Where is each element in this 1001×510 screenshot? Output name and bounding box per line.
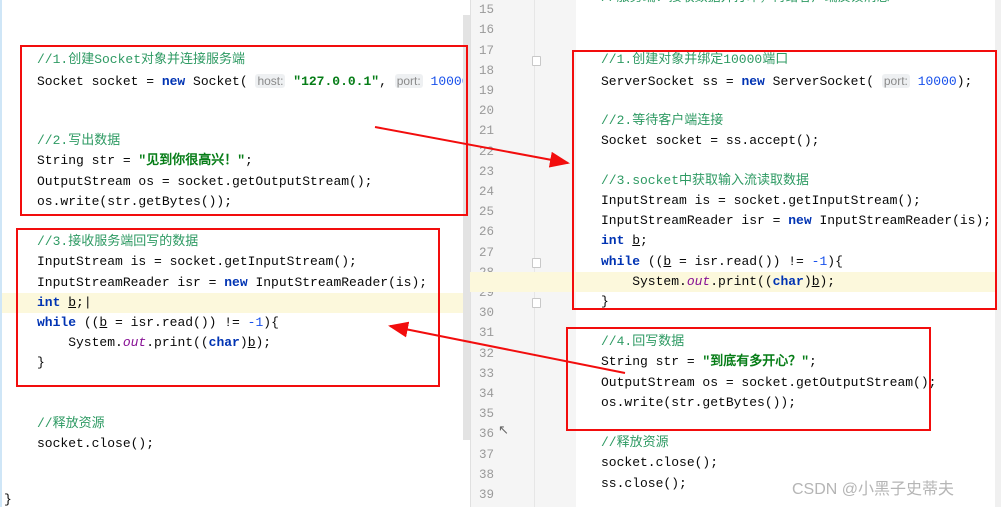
comment: //释放资源 xyxy=(601,435,669,450)
line-number: 26 xyxy=(479,225,495,240)
line-number: 37 xyxy=(479,447,495,462)
line-number: 35 xyxy=(479,407,495,422)
code-line[interactable]: socket.close(); xyxy=(37,434,154,454)
annotation-box-server-receive xyxy=(572,50,997,310)
line-number-gutter: 1415161718192021222324252627282930313233… xyxy=(470,0,576,507)
line-number: 33 xyxy=(479,366,495,381)
code-line[interactable]: //释放资源 xyxy=(37,414,105,434)
fold-marker-icon[interactable] xyxy=(532,258,541,268)
code-text: ss.close(); xyxy=(601,476,687,491)
line-number: 38 xyxy=(479,467,495,482)
line-number: 22 xyxy=(479,144,495,159)
code-text: } xyxy=(4,492,12,507)
line-number: 27 xyxy=(479,245,495,260)
line-number: 21 xyxy=(479,124,495,139)
annotation-box-server-reply xyxy=(566,327,931,431)
fold-marker-icon[interactable] xyxy=(532,298,541,308)
line-number: 19 xyxy=(479,84,495,98)
code-line[interactable]: //释放资源 xyxy=(601,433,669,453)
line-number: 20 xyxy=(479,104,495,119)
code-text: socket.close(); xyxy=(37,436,155,451)
line-number: 23 xyxy=(479,164,495,179)
fold-marker-icon[interactable] xyxy=(532,56,541,66)
code-text: socket.close(); xyxy=(601,455,719,470)
gutter-divider xyxy=(534,0,535,507)
watermark: CSDN @小黑子史蒂夫 xyxy=(792,481,955,498)
code-line[interactable]: ss.close(); xyxy=(601,474,687,494)
line-number: 39 xyxy=(479,488,495,502)
line-number: 31 xyxy=(479,326,495,341)
line-number: 30 xyxy=(479,306,495,321)
code-line[interactable]: socket.close(); xyxy=(601,453,718,473)
line-number: 16 xyxy=(479,23,495,38)
line-number: 32 xyxy=(479,346,495,361)
annotation-box-client-send xyxy=(20,45,468,216)
mouse-pointer-icon: ↖ xyxy=(498,423,509,438)
code-line[interactable]: //服务端：接收数据并打印，再给客户端反馈消息 xyxy=(601,0,890,8)
annotation-box-client-receive xyxy=(16,228,440,387)
code-line[interactable]: } xyxy=(4,490,12,510)
line-number: 18 xyxy=(479,63,495,78)
line-number: 34 xyxy=(479,387,495,401)
line-number: 24 xyxy=(479,185,495,199)
comment: //服务端：接收数据并打印，再给客户端反馈消息 xyxy=(601,0,890,5)
line-number: 36 xyxy=(479,427,495,442)
line-number: 15 xyxy=(479,3,495,18)
line-number: 25 xyxy=(479,205,495,220)
line-number: 17 xyxy=(479,43,495,58)
comment: //释放资源 xyxy=(37,416,105,431)
